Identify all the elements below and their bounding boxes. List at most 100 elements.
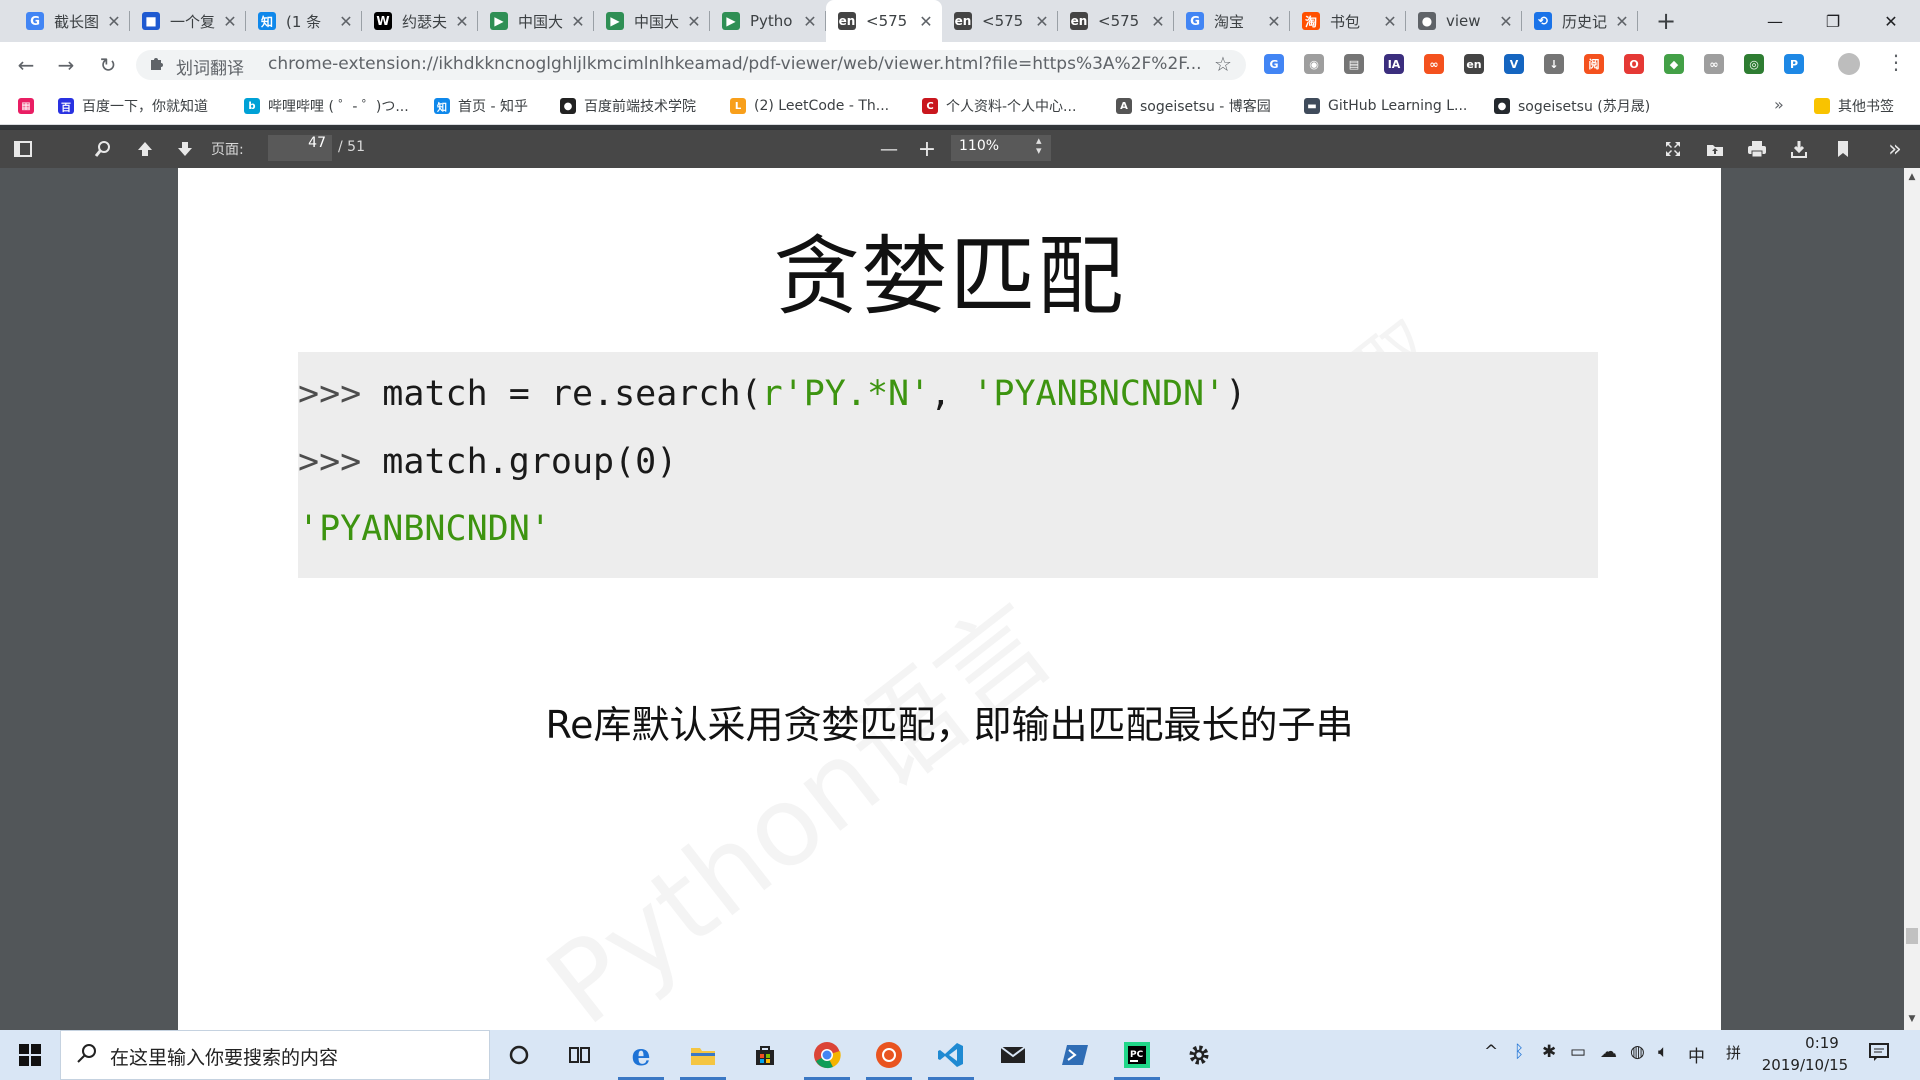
browser-tab[interactable]: ⟲ 历史记 ✕ [1522,0,1638,42]
bookmark-item[interactable]: Asogeisetsu - 博客园 [1116,94,1271,118]
browser-tab[interactable]: ▶ 中国大 ✕ [478,0,594,42]
browser-tab[interactable]: en <575 ✕ [826,0,942,42]
ime-layout[interactable]: 拼 [1726,1042,1741,1063]
zoom-out-button[interactable]: — [872,130,906,168]
tab-close-icon[interactable]: ✕ [918,12,934,31]
browser-tab[interactable]: 知 (1 条 ✕ [246,0,362,42]
bookmark-item[interactable]: b 哔哩哔哩 ( ゜- ゜)つ... [244,94,409,118]
tab-close-icon[interactable]: ✕ [106,12,122,31]
tab-close-icon[interactable]: ✕ [338,12,354,31]
extension-icon[interactable]: P [1784,54,1804,74]
extension-icon[interactable]: IA [1384,54,1404,74]
print-icon[interactable] [1740,130,1774,168]
battery-icon[interactable]: ▭ [1570,1042,1586,1062]
browser-tab[interactable]: G 截长图 ✕ [14,0,130,42]
extension-icon[interactable]: ▤ [1344,54,1364,74]
settings-icon[interactable] [1170,1030,1228,1080]
scroll-down-icon[interactable]: ▼ [1904,1014,1920,1028]
bookmark-item[interactable]: ● sogeisetsu (苏月晟) [1494,94,1650,118]
browser-tab[interactable]: en <575 ✕ [942,0,1058,42]
presentation-mode-icon[interactable] [1656,130,1690,168]
security-icon[interactable]: ✱ [1542,1042,1556,1062]
extension-icon[interactable]: ◎ [1744,54,1764,74]
sidebar-toggle-icon[interactable] [6,130,40,168]
forward-button[interactable]: → [52,51,80,79]
bookmark-item[interactable]: L (2) LeetCode - Th... [730,94,889,118]
bookmark-item[interactable]: 知首页 - 知乎 [434,94,528,118]
mail-icon[interactable] [984,1030,1042,1080]
powershell-icon[interactable] [1046,1030,1104,1080]
file-explorer-icon[interactable] [674,1030,732,1080]
minimize-button[interactable]: — [1752,0,1798,42]
scrollbar-track[interactable] [1904,168,1920,1030]
extension-icon[interactable]: V [1504,54,1524,74]
extension-icon[interactable]: ∞ [1424,54,1444,74]
extension-icon[interactable]: O [1624,54,1644,74]
zoom-in-button[interactable]: + [910,130,944,168]
previous-page-icon[interactable] [128,130,162,168]
new-tab-button[interactable]: + [1652,8,1680,36]
profile-avatar[interactable] [1838,53,1860,75]
tab-close-icon[interactable]: ✕ [454,12,470,31]
back-button[interactable]: ← [12,51,40,79]
clock-time[interactable]: 0:19 [1790,1034,1854,1052]
browser-tab[interactable]: ▶ 中国大 ✕ [594,0,710,42]
pycharm-icon[interactable]: PC [1108,1030,1166,1080]
cortana-icon[interactable] [490,1030,548,1080]
bookmark-star-icon[interactable]: ☆ [1214,52,1232,76]
page-number-input[interactable]: 47 [268,135,332,161]
browser-tab[interactable]: ■ 一个复 ✕ [130,0,246,42]
tab-close-icon[interactable]: ✕ [1382,12,1398,31]
tab-close-icon[interactable]: ✕ [570,12,586,31]
download-icon[interactable] [1782,130,1816,168]
store-icon[interactable] [736,1030,794,1080]
extension-icon[interactable]: G [1264,54,1284,74]
tab-close-icon[interactable]: ✕ [222,12,238,31]
tab-close-icon[interactable]: ✕ [1034,12,1050,31]
extension-icon[interactable]: 阅 [1584,54,1604,74]
bookmark-item[interactable]: ● 百度前端技术学院 [560,94,696,118]
clock-date[interactable]: 2019/10/15 [1760,1056,1850,1074]
bookmark-item[interactable]: ▬ GitHub Learning L... [1304,94,1467,118]
extension-icon[interactable]: ∞ [1704,54,1724,74]
bluetooth-icon[interactable]: ᛒ [1514,1042,1524,1062]
find-icon[interactable] [86,130,120,168]
open-file-icon[interactable] [1698,130,1732,168]
ime-mode[interactable]: 中 [1688,1042,1705,1067]
tab-close-icon[interactable]: ✕ [1266,12,1282,31]
browser-tab[interactable]: ● view ✕ [1406,0,1522,42]
notification-icon[interactable] [1868,1042,1890,1067]
browser-tab[interactable]: ▶ Pytho ✕ [710,0,826,42]
extension-icon[interactable]: ◉ [1304,54,1324,74]
bookmark-item[interactable]: 百百度一下，你就知道 [58,94,208,118]
tab-close-icon[interactable]: ✕ [1498,12,1514,31]
extension-icon[interactable]: ↓ [1544,54,1564,74]
tab-close-icon[interactable]: ✕ [802,12,818,31]
restore-button[interactable]: ❐ [1810,0,1856,42]
bookmark-item[interactable]: ▦ [18,94,42,118]
edge-icon[interactable]: e [612,1030,670,1080]
url-text[interactable]: chrome-extension://ikhdkkncnoglghljlkmci… [268,54,1203,74]
other-bookmarks-folder[interactable]: 其他书签 [1814,94,1894,118]
next-page-icon[interactable] [168,130,202,168]
tab-close-icon[interactable]: ✕ [1614,12,1630,31]
browser-tab[interactable]: G 淘宝 ✕ [1174,0,1290,42]
tools-menu-icon[interactable]: » [1878,130,1912,168]
reload-button[interactable]: ↻ [94,51,122,79]
tab-close-icon[interactable]: ✕ [1150,12,1166,31]
scrollbar-thumb[interactable] [1906,928,1918,944]
ubuntu-icon[interactable] [860,1030,918,1080]
browser-tab[interactable]: W 约瑟夫 ✕ [362,0,478,42]
tab-close-icon[interactable]: ✕ [686,12,702,31]
bookmark-item[interactable]: C 个人资料-个人中心... [922,94,1076,118]
extension-icon[interactable]: ◆ [1664,54,1684,74]
tray-overflow-icon[interactable]: ^ [1484,1042,1498,1062]
browser-tab[interactable]: 淘书包 ✕ [1290,0,1406,42]
bookmarks-overflow-button[interactable]: » [1774,95,1784,114]
scroll-up-icon[interactable]: ▲ [1904,172,1920,186]
network-icon[interactable]: ◍ [1630,1042,1645,1062]
task-view-icon[interactable] [551,1030,609,1080]
volume-icon[interactable]: 🔈︎ [1658,1042,1668,1062]
bookmark-icon[interactable] [1826,130,1860,168]
vscode-icon[interactable] [922,1030,980,1080]
